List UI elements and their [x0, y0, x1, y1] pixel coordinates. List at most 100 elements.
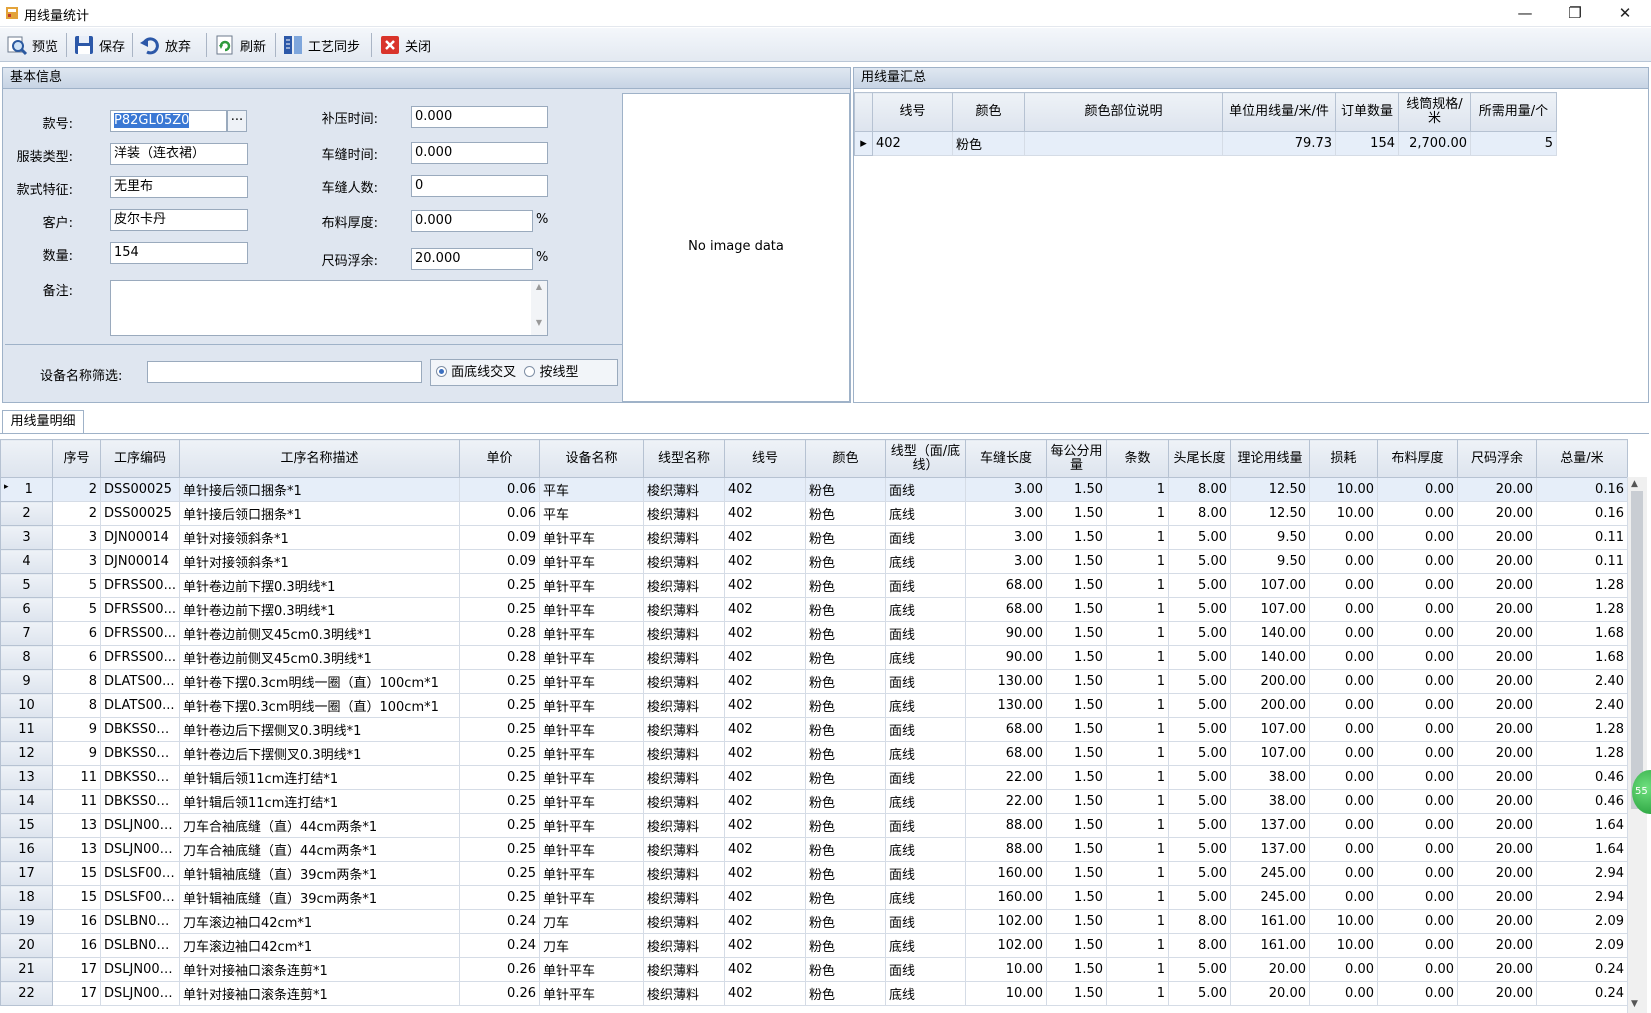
table-cell[interactable]: 402 [724, 885, 806, 910]
table-cell[interactable]: 161.00 [1230, 909, 1310, 934]
table-cell[interactable]: 13 [52, 813, 101, 838]
table-cell[interactable]: 3.00 [965, 525, 1047, 550]
table-cell[interactable]: 10.00 [965, 981, 1047, 1006]
table-cell[interactable]: 梭织薄料 [643, 741, 725, 766]
table-row[interactable]: 16 13 DSLJN000... 刀车合袖底缝（直）44cm两条*1 0.25 单针平车… [0, 837, 1628, 862]
table-cell[interactable]: 5.00 [1168, 765, 1231, 790]
table-cell[interactable]: 梭织薄料 [643, 789, 725, 814]
table-cell[interactable]: 1.50 [1046, 837, 1107, 862]
table-cell[interactable]: 6 [52, 645, 101, 670]
table-cell[interactable]: DJN00014 [100, 525, 180, 550]
table-cell[interactable]: 梭织薄料 [643, 981, 725, 1006]
table-cell[interactable]: 梭织薄料 [643, 909, 725, 934]
table-cell[interactable]: 0.00 [1309, 645, 1378, 670]
table-cell[interactable]: 单针卷边后下摆侧叉0.3明线*1 [179, 717, 460, 742]
table-cell[interactable]: 0.46 [1536, 765, 1628, 790]
table-cell[interactable]: 0.00 [1377, 525, 1458, 550]
save-button[interactable]: 保存 [70, 32, 128, 58]
table-cell[interactable]: 68.00 [965, 717, 1047, 742]
table-cell[interactable]: 单针卷边后下摆侧叉0.3明线*1 [179, 741, 460, 766]
table-cell[interactable]: 1.50 [1046, 741, 1107, 766]
maximize-button[interactable]: ❐ [1552, 0, 1598, 27]
table-cell[interactable]: 粉色 [805, 789, 886, 814]
table-cell[interactable]: 20.00 [1457, 981, 1537, 1006]
table-cell[interactable]: 梭织薄料 [643, 813, 725, 838]
table-cell[interactable]: 粉色 [805, 741, 886, 766]
table-cell[interactable]: 11 [52, 765, 101, 790]
detail-col-header[interactable]: 损耗 [1309, 439, 1378, 478]
table-cell[interactable]: 11 [52, 789, 101, 814]
table-cell[interactable]: 1 [1106, 957, 1169, 982]
table-row[interactable]: 8 6 DFRSS00... 单针卷边前侧叉45cm0.3明线*1 0.28 单针平车 梭织… [0, 645, 1628, 670]
table-cell[interactable]: 0.25 [459, 765, 540, 790]
summary-cell[interactable] [1024, 131, 1223, 156]
table-cell[interactable]: 17 [52, 957, 101, 982]
table-cell[interactable]: 102.00 [965, 933, 1047, 958]
summary-row[interactable]: ▸ 402 粉色 79.73 154 2,700.00 5 [854, 131, 1557, 156]
table-cell[interactable]: 402 [724, 477, 806, 502]
table-cell[interactable]: 20.00 [1457, 525, 1537, 550]
table-cell[interactable]: 6 [52, 621, 101, 646]
table-cell[interactable]: 梭织薄料 [643, 645, 725, 670]
table-cell[interactable]: 5.00 [1168, 885, 1231, 910]
table-cell[interactable]: 单针卷边前下摆0.3明线*1 [179, 597, 460, 622]
table-cell[interactable]: 单针对接袖口滚条连剪*1 [179, 981, 460, 1006]
table-cell[interactable]: 102.00 [965, 909, 1047, 934]
table-cell[interactable]: 2.09 [1536, 933, 1628, 958]
table-cell[interactable]: 单针平车 [539, 765, 644, 790]
table-cell[interactable]: 402 [724, 981, 806, 1006]
table-cell[interactable]: 粉色 [805, 909, 886, 934]
table-cell[interactable]: 8 [52, 693, 101, 718]
summary-col-header[interactable]: 订单数量 [1335, 92, 1399, 132]
table-cell[interactable]: 0.00 [1309, 885, 1378, 910]
table-cell[interactable]: 粉色 [805, 645, 886, 670]
table-cell[interactable]: 22.00 [965, 789, 1047, 814]
table-row[interactable]: 22 17 DSLJN000... 单针对接袖口滚条连剪*1 0.26 单针平车 梭织薄料 4… [0, 981, 1628, 1006]
table-cell[interactable]: 0.11 [1536, 549, 1628, 574]
close-button[interactable]: 关闭 [376, 32, 434, 58]
table-cell[interactable]: 梭织薄料 [643, 837, 725, 862]
table-cell[interactable]: 1 [1106, 909, 1169, 934]
table-cell[interactable]: 0.25 [459, 741, 540, 766]
summary-cell[interactable]: 402 [872, 131, 953, 156]
table-cell[interactable]: 单针卷边前侧叉45cm0.3明线*1 [179, 621, 460, 646]
table-cell[interactable]: 1.50 [1046, 981, 1107, 1006]
table-cell[interactable]: 0.00 [1309, 861, 1378, 886]
table-cell[interactable]: 底线 [885, 549, 966, 574]
table-cell[interactable]: 0.26 [459, 981, 540, 1006]
table-cell[interactable]: 9.50 [1230, 549, 1310, 574]
table-cell[interactable]: 1.50 [1046, 957, 1107, 982]
table-cell[interactable]: 1.50 [1046, 549, 1107, 574]
table-cell[interactable]: 单针平车 [539, 861, 644, 886]
table-cell[interactable]: 1 [1106, 813, 1169, 838]
table-cell[interactable]: 0.00 [1309, 693, 1378, 718]
table-cell[interactable]: 1 [1106, 693, 1169, 718]
table-cell[interactable]: 1.50 [1046, 501, 1107, 526]
table-cell[interactable]: 0.00 [1309, 981, 1378, 1006]
table-cell[interactable]: 20.00 [1457, 621, 1537, 646]
table-cell[interactable]: 402 [724, 957, 806, 982]
table-cell[interactable]: 粉色 [805, 957, 886, 982]
table-row[interactable]: 6 5 DFRSS00... 单针卷边前下摆0.3明线*1 0.25 单针平车 梭织薄料 40… [0, 597, 1628, 622]
table-cell[interactable]: 0.00 [1309, 621, 1378, 646]
summary-cell[interactable]: 粉色 [952, 131, 1025, 156]
summary-col-header[interactable]: 颜色部位说明 [1024, 92, 1223, 132]
table-cell[interactable]: 梭织薄料 [643, 573, 725, 598]
table-cell[interactable]: 粉色 [805, 501, 886, 526]
table-cell[interactable]: 单针平车 [539, 885, 644, 910]
detail-col-header[interactable]: 车缝长度 [965, 439, 1047, 478]
table-cell[interactable]: 面线 [885, 717, 966, 742]
table-cell[interactable]: 402 [724, 525, 806, 550]
table-cell[interactable]: 5.00 [1168, 669, 1231, 694]
table-cell[interactable]: 22.00 [965, 765, 1047, 790]
table-cell[interactable]: 粉色 [805, 837, 886, 862]
table-cell[interactable]: 107.00 [1230, 597, 1310, 622]
table-cell[interactable]: 单针平车 [539, 645, 644, 670]
table-cell[interactable]: 68.00 [965, 573, 1047, 598]
table-cell[interactable]: 粉色 [805, 885, 886, 910]
table-cell[interactable]: 20.00 [1457, 885, 1537, 910]
table-cell[interactable]: 402 [724, 549, 806, 574]
table-cell[interactable]: 5 [52, 573, 101, 598]
table-cell[interactable]: 10.00 [1309, 909, 1378, 934]
table-cell[interactable]: 单针平车 [539, 549, 644, 574]
